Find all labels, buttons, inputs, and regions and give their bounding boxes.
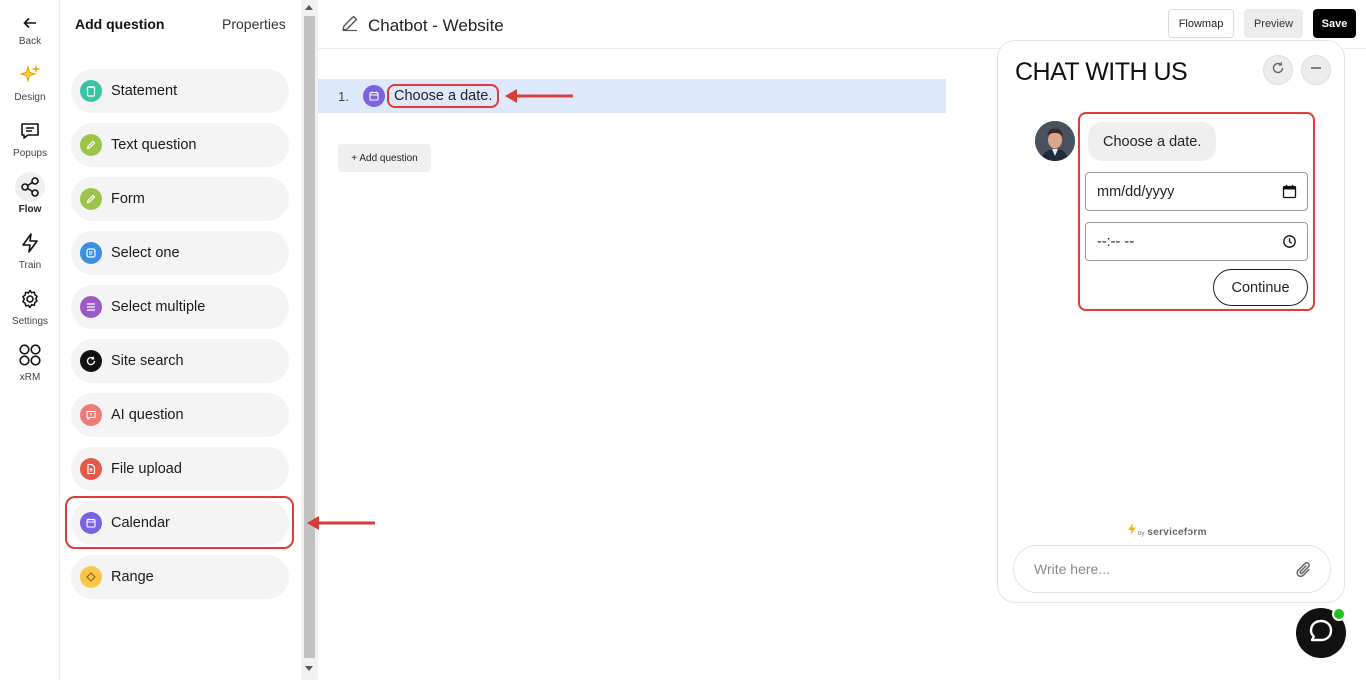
chat-title: CHAT WITH US	[1015, 58, 1188, 86]
app-root: Back Design Popups Flow Train Settings x…	[0, 0, 1366, 680]
question-panel: Add question Properties Statement Text q…	[60, 0, 301, 680]
powered-by-text: by	[1138, 531, 1145, 537]
date-placeholder: mm/dd/yyyy	[1097, 183, 1175, 200]
question-type-label: Select one	[111, 245, 180, 261]
chat-bubble-icon	[1308, 618, 1334, 649]
tab-properties[interactable]: Properties	[222, 16, 286, 32]
time-input[interactable]: --:-- --	[1085, 222, 1308, 261]
chat-widget: CHAT WITH US Choose a date. mm/dd/yyyy -…	[997, 40, 1345, 603]
add-question-button[interactable]: + Add question	[338, 144, 431, 172]
question-type-select-one[interactable]: Select one	[71, 231, 289, 275]
clipboard-icon	[80, 80, 102, 102]
agent-avatar	[1035, 121, 1075, 161]
tab-add-question[interactable]: Add question	[75, 16, 164, 32]
continue-button[interactable]: Continue	[1213, 269, 1308, 306]
rail-label: Flow	[18, 204, 42, 215]
diamond-icon	[80, 566, 102, 588]
rail-item-train[interactable]: Train	[0, 228, 60, 271]
rail-item-flow[interactable]: Flow	[0, 172, 60, 215]
question-type-range[interactable]: Range	[71, 555, 289, 599]
flowmap-button[interactable]: Flowmap	[1168, 9, 1234, 38]
refresh-icon	[1270, 60, 1286, 81]
left-rail: Back Design Popups Flow Train Settings x…	[0, 0, 60, 680]
question-type-form[interactable]: Form	[71, 177, 289, 221]
select-one-icon	[80, 242, 102, 264]
clock-icon[interactable]	[1282, 234, 1297, 253]
rail-item-design[interactable]: Design	[0, 60, 60, 103]
question-type-label: File upload	[111, 461, 182, 477]
grid-icon	[15, 340, 45, 370]
brand-name: servicefɔrm	[1147, 527, 1207, 538]
page-title: Chatbot - Website	[368, 15, 504, 35]
minimize-chat-button[interactable]	[1301, 55, 1331, 85]
edit-pencil-icon[interactable]	[340, 13, 360, 38]
question-type-file-upload[interactable]: File upload	[71, 447, 289, 491]
message-icon	[15, 116, 45, 146]
question-type-label: Statement	[111, 83, 178, 99]
message-composer	[1013, 545, 1331, 593]
calendar-icon	[80, 512, 102, 534]
question-text[interactable]: Choose a date.	[387, 84, 500, 108]
question-number: 1.	[338, 89, 349, 104]
file-upload-icon	[80, 458, 102, 480]
arrow-left-icon	[15, 8, 45, 38]
list-icon	[80, 296, 102, 318]
message-input[interactable]	[1034, 559, 1274, 579]
question-type-text[interactable]: Text question	[71, 123, 289, 167]
gear-icon	[15, 284, 45, 314]
attach-paperclip-icon[interactable]	[1294, 559, 1314, 586]
powered-by[interactable]: by servicefɔrm	[1128, 523, 1207, 538]
time-placeholder: --:-- --	[1097, 233, 1135, 250]
minus-icon	[1308, 60, 1324, 81]
question-type-label: Range	[111, 569, 154, 585]
panel-scrollbar[interactable]	[301, 0, 318, 680]
question-type-site-search[interactable]: Site search	[71, 339, 289, 383]
calendar-icon	[363, 85, 385, 107]
bot-message-bubble: Choose a date.	[1088, 122, 1217, 161]
scrollbar-thumb[interactable]	[304, 16, 315, 658]
question-type-label: AI question	[111, 407, 184, 423]
rail-label: xRM	[19, 372, 41, 383]
scroll-down-icon[interactable]	[305, 666, 313, 671]
rail-label: Design	[14, 92, 46, 103]
question-type-label: Form	[111, 191, 145, 207]
title-area[interactable]: Chatbot - Website	[340, 13, 504, 38]
question-type-label: Select multiple	[111, 299, 206, 315]
bolt-icon	[1128, 523, 1136, 538]
refresh-icon	[80, 350, 102, 372]
preview-button[interactable]: Preview	[1244, 9, 1303, 38]
sparkle-icon	[15, 60, 45, 90]
pencil-icon	[80, 188, 102, 210]
rail-label: Settings	[11, 316, 49, 327]
share-nodes-icon	[15, 172, 45, 202]
rail-label: Train	[18, 260, 42, 271]
question-type-select-multiple[interactable]: Select multiple	[71, 285, 289, 329]
back-label: Back	[18, 36, 42, 47]
question-type-calendar[interactable]: Calendar	[71, 501, 289, 545]
scroll-up-icon[interactable]	[305, 5, 313, 10]
question-type-statement[interactable]: Statement	[71, 69, 289, 113]
calendar-icon[interactable]	[1282, 184, 1297, 203]
rail-label: Popups	[13, 148, 47, 159]
question-type-label: Site search	[111, 353, 184, 369]
panel-tabs: Add question Properties	[60, 0, 301, 48]
question-type-ai[interactable]: AI question	[71, 393, 289, 437]
online-status-dot	[1332, 607, 1346, 621]
lightning-icon	[15, 228, 45, 258]
question-type-label: Text question	[111, 137, 197, 153]
save-button[interactable]: Save	[1313, 9, 1356, 38]
question-row[interactable]: 1. Choose a date.	[318, 79, 946, 113]
date-input[interactable]: mm/dd/yyyy	[1085, 172, 1308, 211]
pencil-icon	[80, 134, 102, 156]
question-type-label: Calendar	[111, 515, 170, 531]
rail-item-settings[interactable]: Settings	[0, 284, 60, 327]
ai-chat-icon	[80, 404, 102, 426]
back-button[interactable]: Back	[0, 8, 60, 47]
rail-item-popups[interactable]: Popups	[0, 116, 60, 159]
rail-item-xrm[interactable]: xRM	[0, 340, 60, 383]
refresh-chat-button[interactable]	[1263, 55, 1293, 85]
